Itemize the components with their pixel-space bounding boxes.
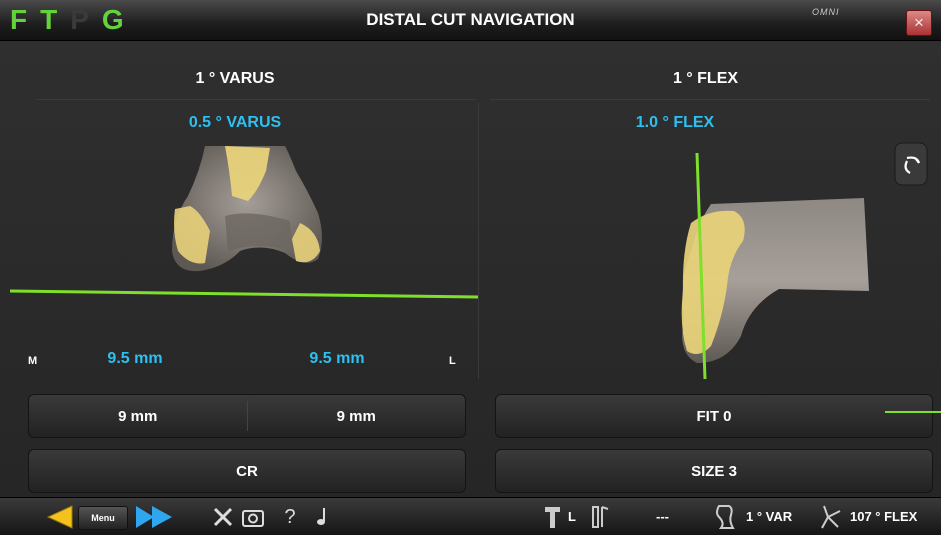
fast-forward-icon <box>136 506 172 528</box>
back-arrow-icon <box>46 505 73 529</box>
varus-reading: 1 ° VAR <box>746 509 793 524</box>
separator-text: --- <box>656 509 669 524</box>
femur-icon <box>716 505 735 529</box>
right-header-divider <box>490 99 930 100</box>
pointer-tool-button[interactable] <box>540 503 564 531</box>
rotate-view-button[interactable] <box>894 142 928 186</box>
tools-icon <box>213 507 233 527</box>
fit-pill: FIT 0 <box>495 394 933 438</box>
forward-button[interactable] <box>134 504 174 530</box>
flex-target-label: 1 ° FLEX <box>672 70 739 87</box>
implant-size-pill[interactable]: SIZE 3 <box>495 449 933 493</box>
planned-resection-pill: 9 mm 9 mm <box>28 394 466 438</box>
cutting-guide-icon <box>592 506 609 528</box>
femur-coronal-view <box>9 146 478 299</box>
brand-logo: OMNI <box>812 7 840 17</box>
sound-button[interactable] <box>313 505 331 529</box>
flex-reading: 107 ° FLEX <box>850 509 918 524</box>
lateral-marker: L <box>449 355 456 367</box>
planned-medial-value: 9 mm <box>118 407 158 425</box>
main-content: 1 ° VARUS 1 ° FLEX 0.5 ° VARUS 1.0 ° FLE… <box>0 41 941 497</box>
menu-button[interactable]: Menu <box>78 506 128 530</box>
medial-resection-value: 9.5 mm <box>107 350 163 367</box>
implant-size-value: SIZE 3 <box>691 462 737 480</box>
intercondylar-notch <box>225 213 292 251</box>
implant-type-value: CR <box>236 462 258 480</box>
lateral-resection-value: 9.5 mm <box>309 350 365 367</box>
close-button[interactable]: × <box>906 10 932 36</box>
fit-indicator-line <box>885 411 941 413</box>
left-header-divider <box>36 99 476 100</box>
title-bar: F T P G DISTAL CUT NAVIGATION OMNI × <box>0 0 941 41</box>
side-label: L <box>568 509 576 524</box>
fit-value: FIT 0 <box>696 407 732 425</box>
medial-marker: M <box>28 355 38 367</box>
knee-icon <box>821 505 841 529</box>
implant-type-pill[interactable]: CR <box>28 449 466 493</box>
help-icon: ? <box>284 505 296 528</box>
varus-target-label: 1 ° VARUS <box>195 70 275 87</box>
camera-icon <box>242 510 264 527</box>
varus-cut-line <box>9 289 478 299</box>
femur-sagittal-view <box>681 142 928 380</box>
camera-button[interactable] <box>240 505 266 529</box>
cutting-guide-button[interactable] <box>588 503 612 531</box>
help-button[interactable]: ? <box>279 504 301 530</box>
pointer-icon <box>545 507 560 528</box>
tools-button[interactable] <box>212 505 234 529</box>
knee-flexion-button[interactable] <box>817 502 845 532</box>
back-button[interactable] <box>45 504 75 530</box>
page-title: DISTAL CUT NAVIGATION <box>366 10 575 29</box>
femur-alignment-button[interactable] <box>710 502 738 532</box>
bottom-toolbar: Menu ? L --- 1 ° VAR 107 ° FLEX <box>0 497 941 535</box>
music-note-icon <box>317 508 325 525</box>
planned-lateral-value: 9 mm <box>336 407 376 425</box>
